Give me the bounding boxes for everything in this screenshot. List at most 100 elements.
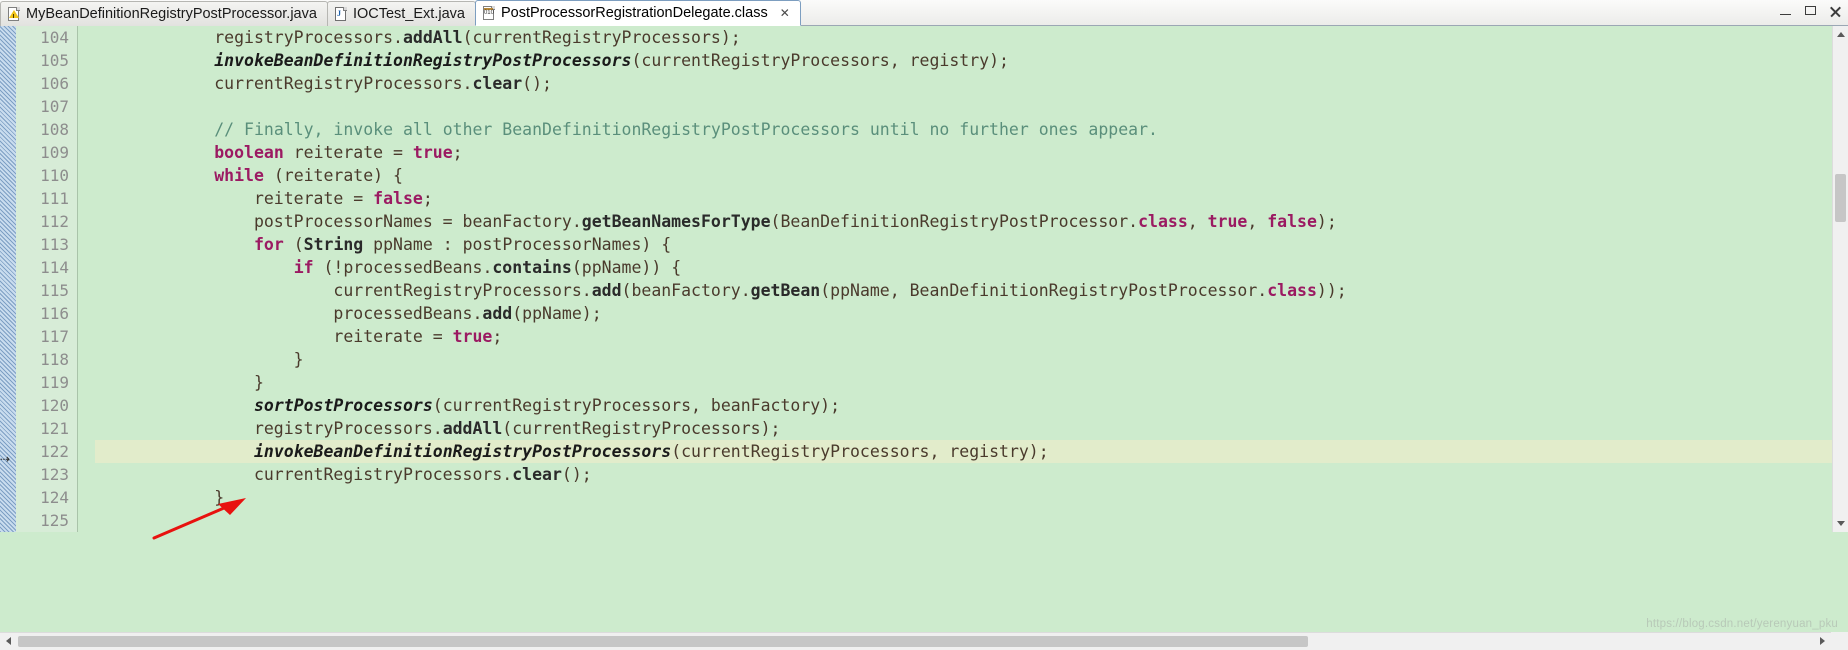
line-number: 112	[40, 212, 69, 231]
code-token: (ppName)) {	[571, 258, 682, 277]
code-token: addAll	[442, 419, 503, 438]
code-token: clear	[512, 465, 562, 484]
code-token: ,	[1187, 212, 1208, 231]
tab-ioctest-ext[interactable]: J IOCTest_Ext.java	[326, 1, 476, 26]
code-token: // Finally, invoke all other BeanDefinit…	[214, 120, 1158, 139]
code-token: postProcessorNames = beanFactory.	[95, 212, 582, 231]
code-line[interactable]: currentRegistryProcessors.add(beanFactor…	[95, 279, 1832, 302]
code-token: class	[1267, 281, 1317, 300]
code-token: if	[293, 258, 314, 277]
code-token: registryProcessors.	[95, 419, 443, 438]
code-line[interactable]: // Finally, invoke all other BeanDefinit…	[95, 118, 1832, 141]
code-token: (BeanDefinitionRegistryPostProcessor.	[770, 212, 1139, 231]
code-line[interactable]: registryProcessors.addAll(currentRegistr…	[95, 417, 1832, 440]
code-token: );	[1316, 212, 1337, 231]
annotation-ruler[interactable]: ⇢	[0, 26, 17, 532]
tab-label: PostProcessorRegistrationDelegate.class	[500, 4, 768, 21]
code-line[interactable]: }	[95, 486, 1832, 509]
code-token: }	[95, 350, 304, 369]
code-token: }	[95, 488, 225, 507]
horizontal-scrollbar[interactable]	[0, 632, 1848, 650]
code-token: (beanFactory.	[621, 281, 751, 300]
vertical-scrollbar[interactable]	[1832, 26, 1848, 532]
code-token: false	[373, 189, 423, 208]
line-number: 108	[40, 120, 69, 139]
code-line[interactable]: }	[95, 371, 1832, 394]
minimize-icon[interactable]	[1779, 5, 1792, 18]
line-number: 122	[40, 442, 69, 461]
code-line[interactable]: sortPostProcessors(currentRegistryProces…	[95, 394, 1832, 417]
scroll-up-button[interactable]	[1833, 26, 1848, 43]
code-token: }	[95, 373, 264, 392]
scroll-left-button[interactable]	[0, 633, 17, 650]
code-content[interactable]: registryProcessors.addAll(currentRegistr…	[95, 26, 1832, 532]
tab-my-bean-definition-registry-post-processor[interactable]: MyBeanDefinitionRegistryPostProcessor.ja…	[0, 1, 328, 26]
code-token: reiterate =	[95, 189, 374, 208]
line-number: 114	[40, 258, 69, 277]
code-line[interactable]: reiterate = false;	[95, 187, 1832, 210]
code-token: sortPostProcessors	[253, 396, 433, 415]
window-controls	[1779, 5, 1842, 18]
tab-post-processor-registration-delegate[interactable]: 010 PostProcessorRegistrationDelegate.cl…	[474, 0, 801, 26]
code-line[interactable]: invokeBeanDefinitionRegistryPostProcesso…	[95, 49, 1832, 72]
code-line[interactable]: invokeBeanDefinitionRegistryPostProcesso…	[95, 440, 1832, 463]
code-token: true	[412, 143, 453, 162]
code-token: true	[1207, 212, 1248, 231]
line-number: 124	[40, 488, 69, 507]
maximize-icon[interactable]	[1804, 5, 1817, 18]
code-token: false	[1267, 212, 1317, 231]
code-token: (currentRegistryProcessors, beanFactory)…	[432, 396, 841, 415]
code-token: ();	[561, 465, 592, 484]
code-line[interactable]: postProcessorNames = beanFactory.getBean…	[95, 210, 1832, 233]
code-token: currentRegistryProcessors.	[95, 465, 513, 484]
code-token: (ppName);	[512, 304, 602, 323]
code-line[interactable]: if (!processedBeans.contains(ppName)) {	[95, 256, 1832, 279]
code-token: ();	[522, 74, 552, 93]
code-token: class	[1138, 212, 1188, 231]
code-token: for	[253, 235, 284, 254]
code-line[interactable]: while (reiterate) {	[95, 164, 1832, 187]
code-line[interactable]: }	[95, 348, 1832, 371]
java-warning-file-icon	[8, 6, 21, 22]
watermark-text: https://blog.csdn.net/yerenyuan_pku	[1646, 618, 1838, 630]
vertical-scroll-thumb[interactable]	[1835, 174, 1846, 222]
code-editor[interactable]: ⇢ 104 105 106 107 108 109 110 111 112 113 114 115 11…	[0, 26, 1848, 650]
line-number: 111	[40, 189, 69, 208]
code-token: while	[214, 166, 264, 185]
code-token: ;	[492, 327, 503, 346]
overwrite-marker-icon: ⇢	[0, 452, 11, 466]
code-token: add	[482, 304, 513, 323]
code-token: ppName : postProcessorNames) {	[363, 235, 672, 254]
tab-label: IOCTest_Ext.java	[352, 5, 465, 22]
code-line[interactable]: currentRegistryProcessors.clear();	[95, 72, 1832, 95]
scroll-down-button[interactable]	[1833, 515, 1848, 532]
code-token: true	[452, 327, 493, 346]
code-token: (currentRegistryProcessors, registry);	[631, 51, 1009, 70]
close-icon[interactable]: ✕	[780, 7, 790, 19]
code-line[interactable]	[95, 509, 1832, 532]
line-number: 107	[40, 97, 69, 116]
code-line[interactable]: processedBeans.add(ppName);	[95, 302, 1832, 325]
code-line[interactable]: boolean reiterate = true;	[95, 141, 1832, 164]
code-line[interactable]: currentRegistryProcessors.clear();	[95, 463, 1832, 486]
code-token: ;	[452, 143, 463, 162]
code-token: registryProcessors.	[95, 28, 403, 47]
code-token: (reiterate) {	[263, 166, 403, 185]
code-line[interactable]	[95, 95, 1832, 118]
line-number: 105	[40, 51, 69, 70]
code-line[interactable]: registryProcessors.addAll(currentRegistr…	[95, 26, 1832, 49]
horizontal-scroll-thumb[interactable]	[18, 636, 1308, 647]
close-icon[interactable]	[1829, 5, 1842, 18]
java-file-icon: J	[334, 6, 348, 22]
code-folding-column[interactable]	[79, 26, 95, 532]
code-line[interactable]: for (String ppName : postProcessorNames)…	[95, 233, 1832, 256]
code-token: (currentRegistryProcessors, registry);	[671, 442, 1049, 461]
code-line[interactable]: reiterate = true;	[95, 325, 1832, 348]
scroll-right-button[interactable]	[1814, 633, 1831, 650]
class-file-icon: 010	[482, 5, 496, 21]
